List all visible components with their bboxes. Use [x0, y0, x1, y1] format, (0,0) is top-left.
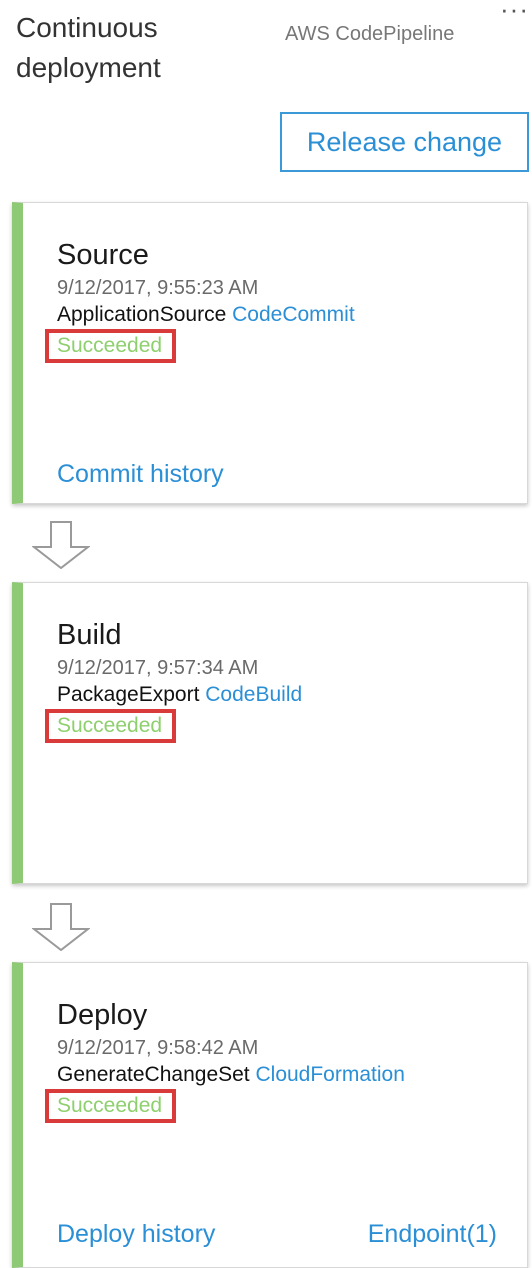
pipeline-provider: AWS CodePipeline	[285, 23, 455, 45]
stage-name: Build	[57, 619, 122, 651]
action-name: GenerateChangeSet	[57, 1063, 250, 1086]
status-badge: Succeeded	[45, 709, 177, 743]
down-arrow-icon	[32, 903, 90, 951]
pipeline-title: Continuous deployment	[16, 12, 161, 83]
stage-source: Source 9/12/2017, 9:55:23 AM Application…	[12, 202, 528, 504]
stage-build: Build 9/12/2017, 9:57:34 AM PackageExpor…	[12, 582, 528, 884]
stage-name: Source	[57, 239, 149, 271]
action-provider-link[interactable]: CodeCommit	[232, 303, 355, 326]
stage-timestamp: 9/12/2017, 9:58:42 AM	[57, 1037, 259, 1059]
stage-name: Deploy	[57, 999, 148, 1031]
action-row: GenerateChangeSet CloudFormation	[57, 1061, 405, 1089]
commit-history-link[interactable]: Commit history	[57, 460, 224, 489]
action-provider-link[interactable]: CodeBuild	[205, 683, 302, 706]
action-row: ApplicationSource CodeCommit	[57, 301, 355, 329]
action-provider-link[interactable]: CloudFormation	[255, 1063, 404, 1086]
action-name: ApplicationSource	[57, 303, 227, 326]
release-change-button[interactable]: Release change	[280, 112, 529, 172]
endpoint-link[interactable]: Endpoint(1)	[368, 1220, 497, 1249]
status-badge: Succeeded	[45, 1089, 177, 1123]
action-name: PackageExport	[57, 683, 200, 706]
stage-timestamp: 9/12/2017, 9:55:23 AM	[57, 277, 259, 299]
deploy-history-link[interactable]: Deploy history	[57, 1220, 215, 1249]
stage-timestamp: 9/12/2017, 9:57:34 AM	[57, 657, 259, 679]
more-options-icon[interactable]: ···	[500, 0, 529, 25]
down-arrow-icon	[32, 521, 90, 569]
status-badge: Succeeded	[45, 329, 177, 363]
action-row: PackageExport CodeBuild	[57, 681, 302, 709]
stage-deploy: Deploy 9/12/2017, 9:58:42 AM GenerateCha…	[12, 962, 528, 1268]
